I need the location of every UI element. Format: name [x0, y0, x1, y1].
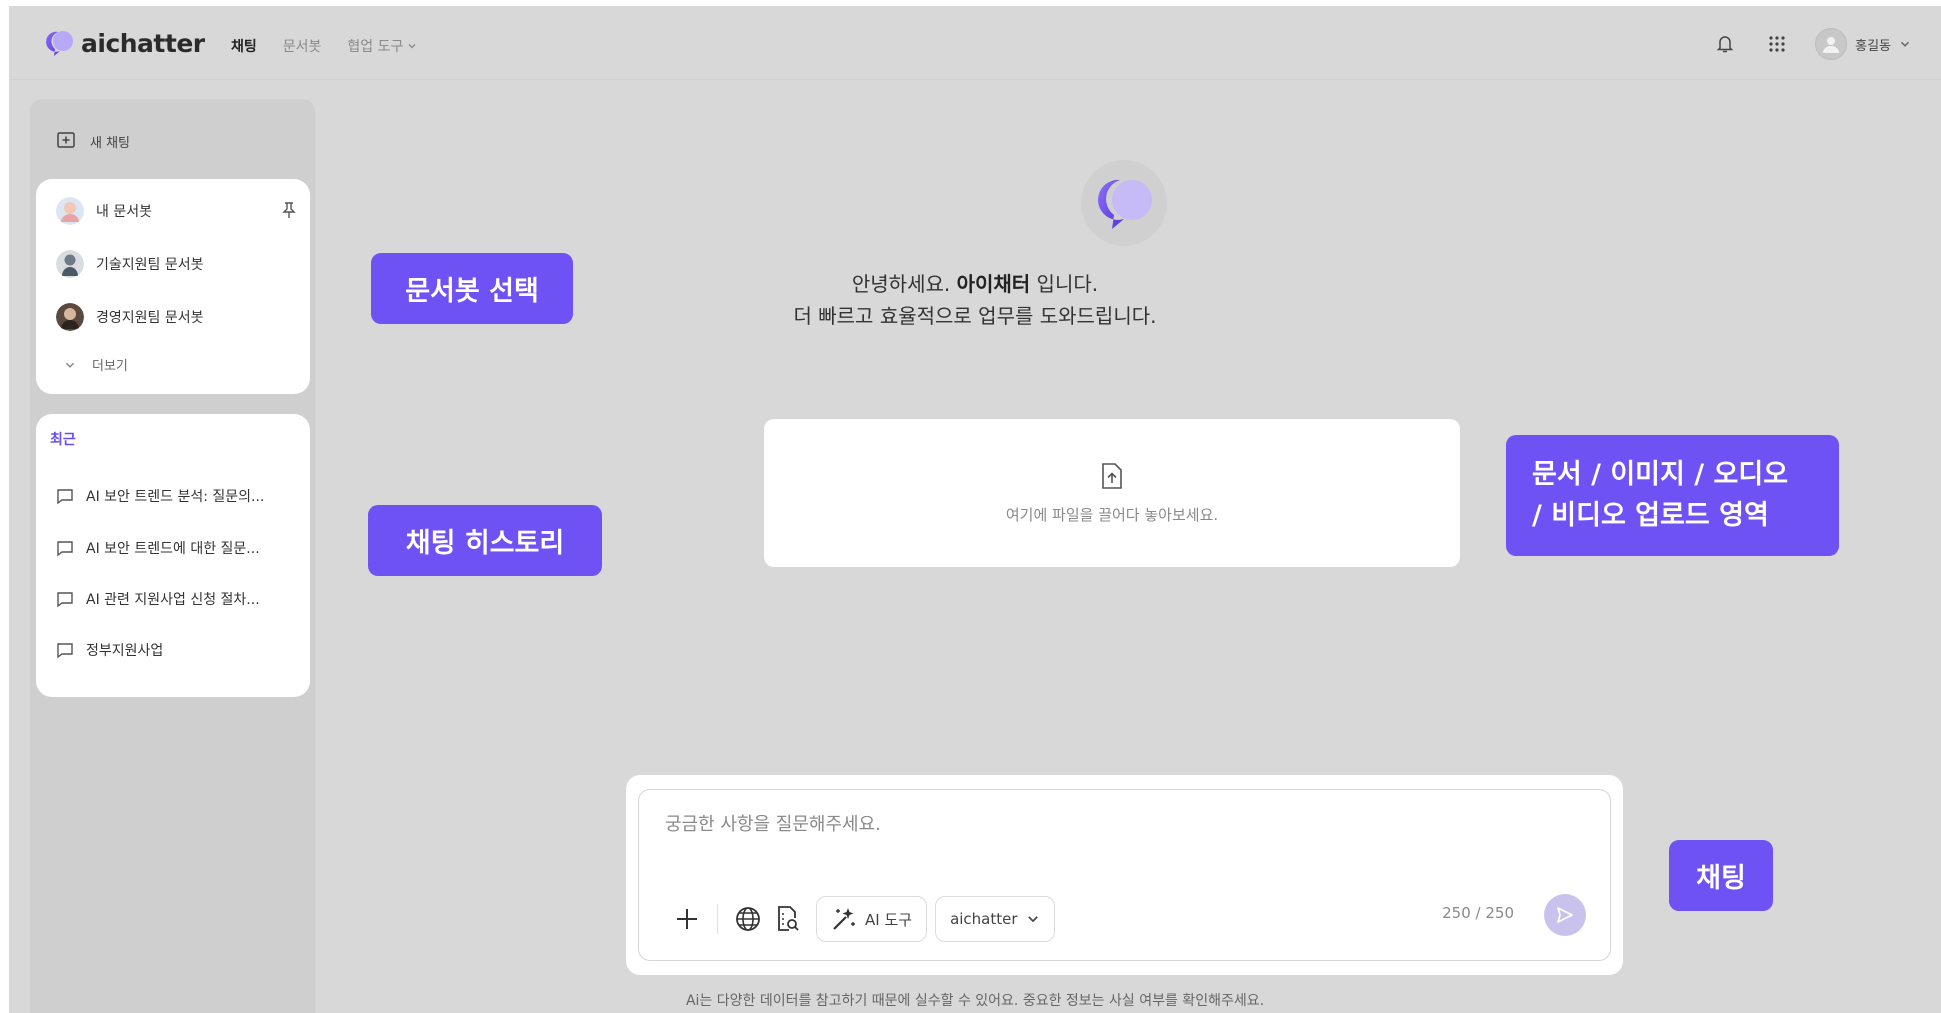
disclaimer: Ai는 다양한 데이터를 참고하기 때문에 실수할 수 있어요. 중요한 정보는… [685, 993, 1265, 1009]
chat-bubble-icon [57, 541, 73, 557]
drop-zone-text: 여기에 파일을 끌어다 놓아보세요. [1005, 505, 1219, 524]
plus-icon [677, 909, 697, 929]
recent-item[interactable]: 정부지원사업 [56, 640, 163, 660]
doc-search-button[interactable] [768, 899, 808, 939]
docbot-item-mine[interactable]: 내 문서봇 [56, 197, 152, 225]
chevron-down-icon [1027, 916, 1038, 923]
chat-composer: 궁금한 사항을 질문해주세요. AI 도구 aichatter 250 / 25… [626, 775, 1623, 975]
user-name: 홍길동 [1855, 38, 1891, 54]
chevron-down-icon [408, 44, 416, 49]
chat-bubble-icon [57, 643, 73, 659]
show-more-label: 더보기 [92, 359, 128, 374]
notification-button[interactable] [1711, 30, 1739, 58]
model-select-value: aichatter [950, 910, 1018, 928]
new-chat-icon [57, 132, 75, 148]
recent-item[interactable]: AI 보안 트렌드 분석: 질문의... [56, 486, 264, 506]
chevron-down-icon [65, 362, 75, 368]
apps-button[interactable] [1763, 30, 1791, 58]
main-nav: 채팅 문서봇 협업 도구 [231, 36, 417, 56]
bot-avatar [56, 197, 84, 225]
annotation-docbot-select: 문서봇 선택 [371, 253, 573, 324]
attach-button[interactable] [667, 899, 707, 939]
chat-toolbar: AI 도구 aichatter [667, 896, 1055, 942]
nav-collab-label: 협업 도구 [347, 39, 404, 55]
greeting-prefix: 안녕하세요. [851, 272, 957, 296]
logo-icon [46, 31, 73, 56]
model-select[interactable]: aichatter [935, 896, 1055, 942]
new-chat-label: 새 채팅 [90, 135, 131, 151]
recent-item-label: 정부지원사업 [86, 643, 164, 659]
sidebar: 새 채팅 내 문서봇 기술지원팀 문서봇 경영지원팀 문서봇 더보기 최근 AI… [30, 99, 315, 1013]
recent-item[interactable]: AI 관련 지원사업 신청 절차... [56, 589, 260, 609]
user-icon [1823, 37, 1840, 53]
nav-collab-dropdown[interactable]: 협업 도구 [347, 36, 417, 56]
app-screen: aichatter 채팅 문서봇 협업 도구 홍길동 새 채팅 내 문서봇 기술… [9, 6, 1941, 1013]
nav-docbot[interactable]: 문서봇 [283, 36, 322, 56]
recent-item-label: AI 관련 지원사업 신청 절차... [86, 592, 260, 608]
chat-input-box[interactable]: 궁금한 사항을 질문해주세요. AI 도구 aichatter 250 / 25… [638, 789, 1611, 961]
file-upload-icon [1102, 462, 1122, 489]
nav-chat[interactable]: 채팅 [231, 36, 257, 56]
chevron-down-icon [1900, 41, 1910, 47]
chat-input-placeholder[interactable]: 궁금한 사항을 질문해주세요. [665, 810, 881, 836]
greeting-line-2: 더 빠르고 효율적으로 업무를 도와드립니다. [793, 304, 1157, 328]
greeting-suffix: 입니다. [1030, 272, 1099, 296]
annotation-upload-area: 문서 / 이미지 / 오디오 / 비디오 업로드 영역 [1506, 435, 1839, 556]
ai-tool-button[interactable]: AI 도구 [816, 896, 928, 942]
show-more-button[interactable]: 더보기 [64, 355, 128, 374]
document-search-icon [778, 906, 799, 931]
recent-item-label: AI 보안 트렌드에 대한 질문... [86, 541, 260, 557]
char-count: 250 / 250 [1442, 904, 1514, 922]
logo[interactable]: aichatter [45, 28, 205, 58]
annotation-upload-line-2: / 비디오 업로드 영역 [1532, 499, 1769, 531]
recent-item[interactable]: AI 보안 트렌드에 대한 질문... [56, 538, 260, 558]
annotation-chat: 채팅 [1669, 840, 1773, 911]
avatar [1815, 28, 1848, 60]
web-search-button[interactable] [728, 899, 768, 939]
globe-icon [736, 907, 760, 931]
bell-icon [1716, 36, 1734, 53]
annotation-upload-line-1: 문서 / 이미지 / 오디오 [1532, 459, 1789, 490]
chat-logo-icon [1098, 179, 1152, 229]
send-button[interactable] [1544, 894, 1586, 936]
greeting-line-1: 안녕하세요. 아이채터 입니다. [9, 268, 1941, 297]
top-header: aichatter 채팅 문서봇 협업 도구 홍길동 [9, 6, 1941, 80]
grid-icon [1769, 36, 1785, 52]
docbot-label: 내 문서봇 [96, 204, 152, 220]
pin-icon[interactable] [282, 201, 296, 219]
user-menu[interactable]: 홍길동 [1815, 28, 1911, 60]
recent-item-label: AI 보안 트렌드 분석: 질문의... [86, 489, 265, 505]
send-icon [1557, 907, 1573, 923]
file-drop-zone[interactable]: 여기에 파일을 끌어다 놓아보세요. [764, 419, 1460, 567]
recent-title: 최근 [50, 432, 76, 448]
ai-tool-label: AI 도구 [865, 910, 913, 929]
chat-bubble-icon [57, 592, 73, 608]
divider [717, 904, 718, 934]
header-actions: 홍길동 [1711, 28, 1911, 60]
recent-chats: 최근 AI 보안 트렌드 분석: 질문의... AI 보안 트렌드에 대한 질문… [36, 414, 310, 697]
assistant-name: 아이채터 [956, 272, 1031, 296]
annotation-chat-history: 채팅 히스토리 [368, 505, 602, 576]
chat-bubble-icon [57, 489, 73, 505]
magic-wand-icon [833, 908, 855, 930]
new-chat-button[interactable]: 새 채팅 [56, 131, 130, 151]
logo-text: aichatter [81, 28, 205, 58]
assistant-logo [1081, 160, 1167, 246]
